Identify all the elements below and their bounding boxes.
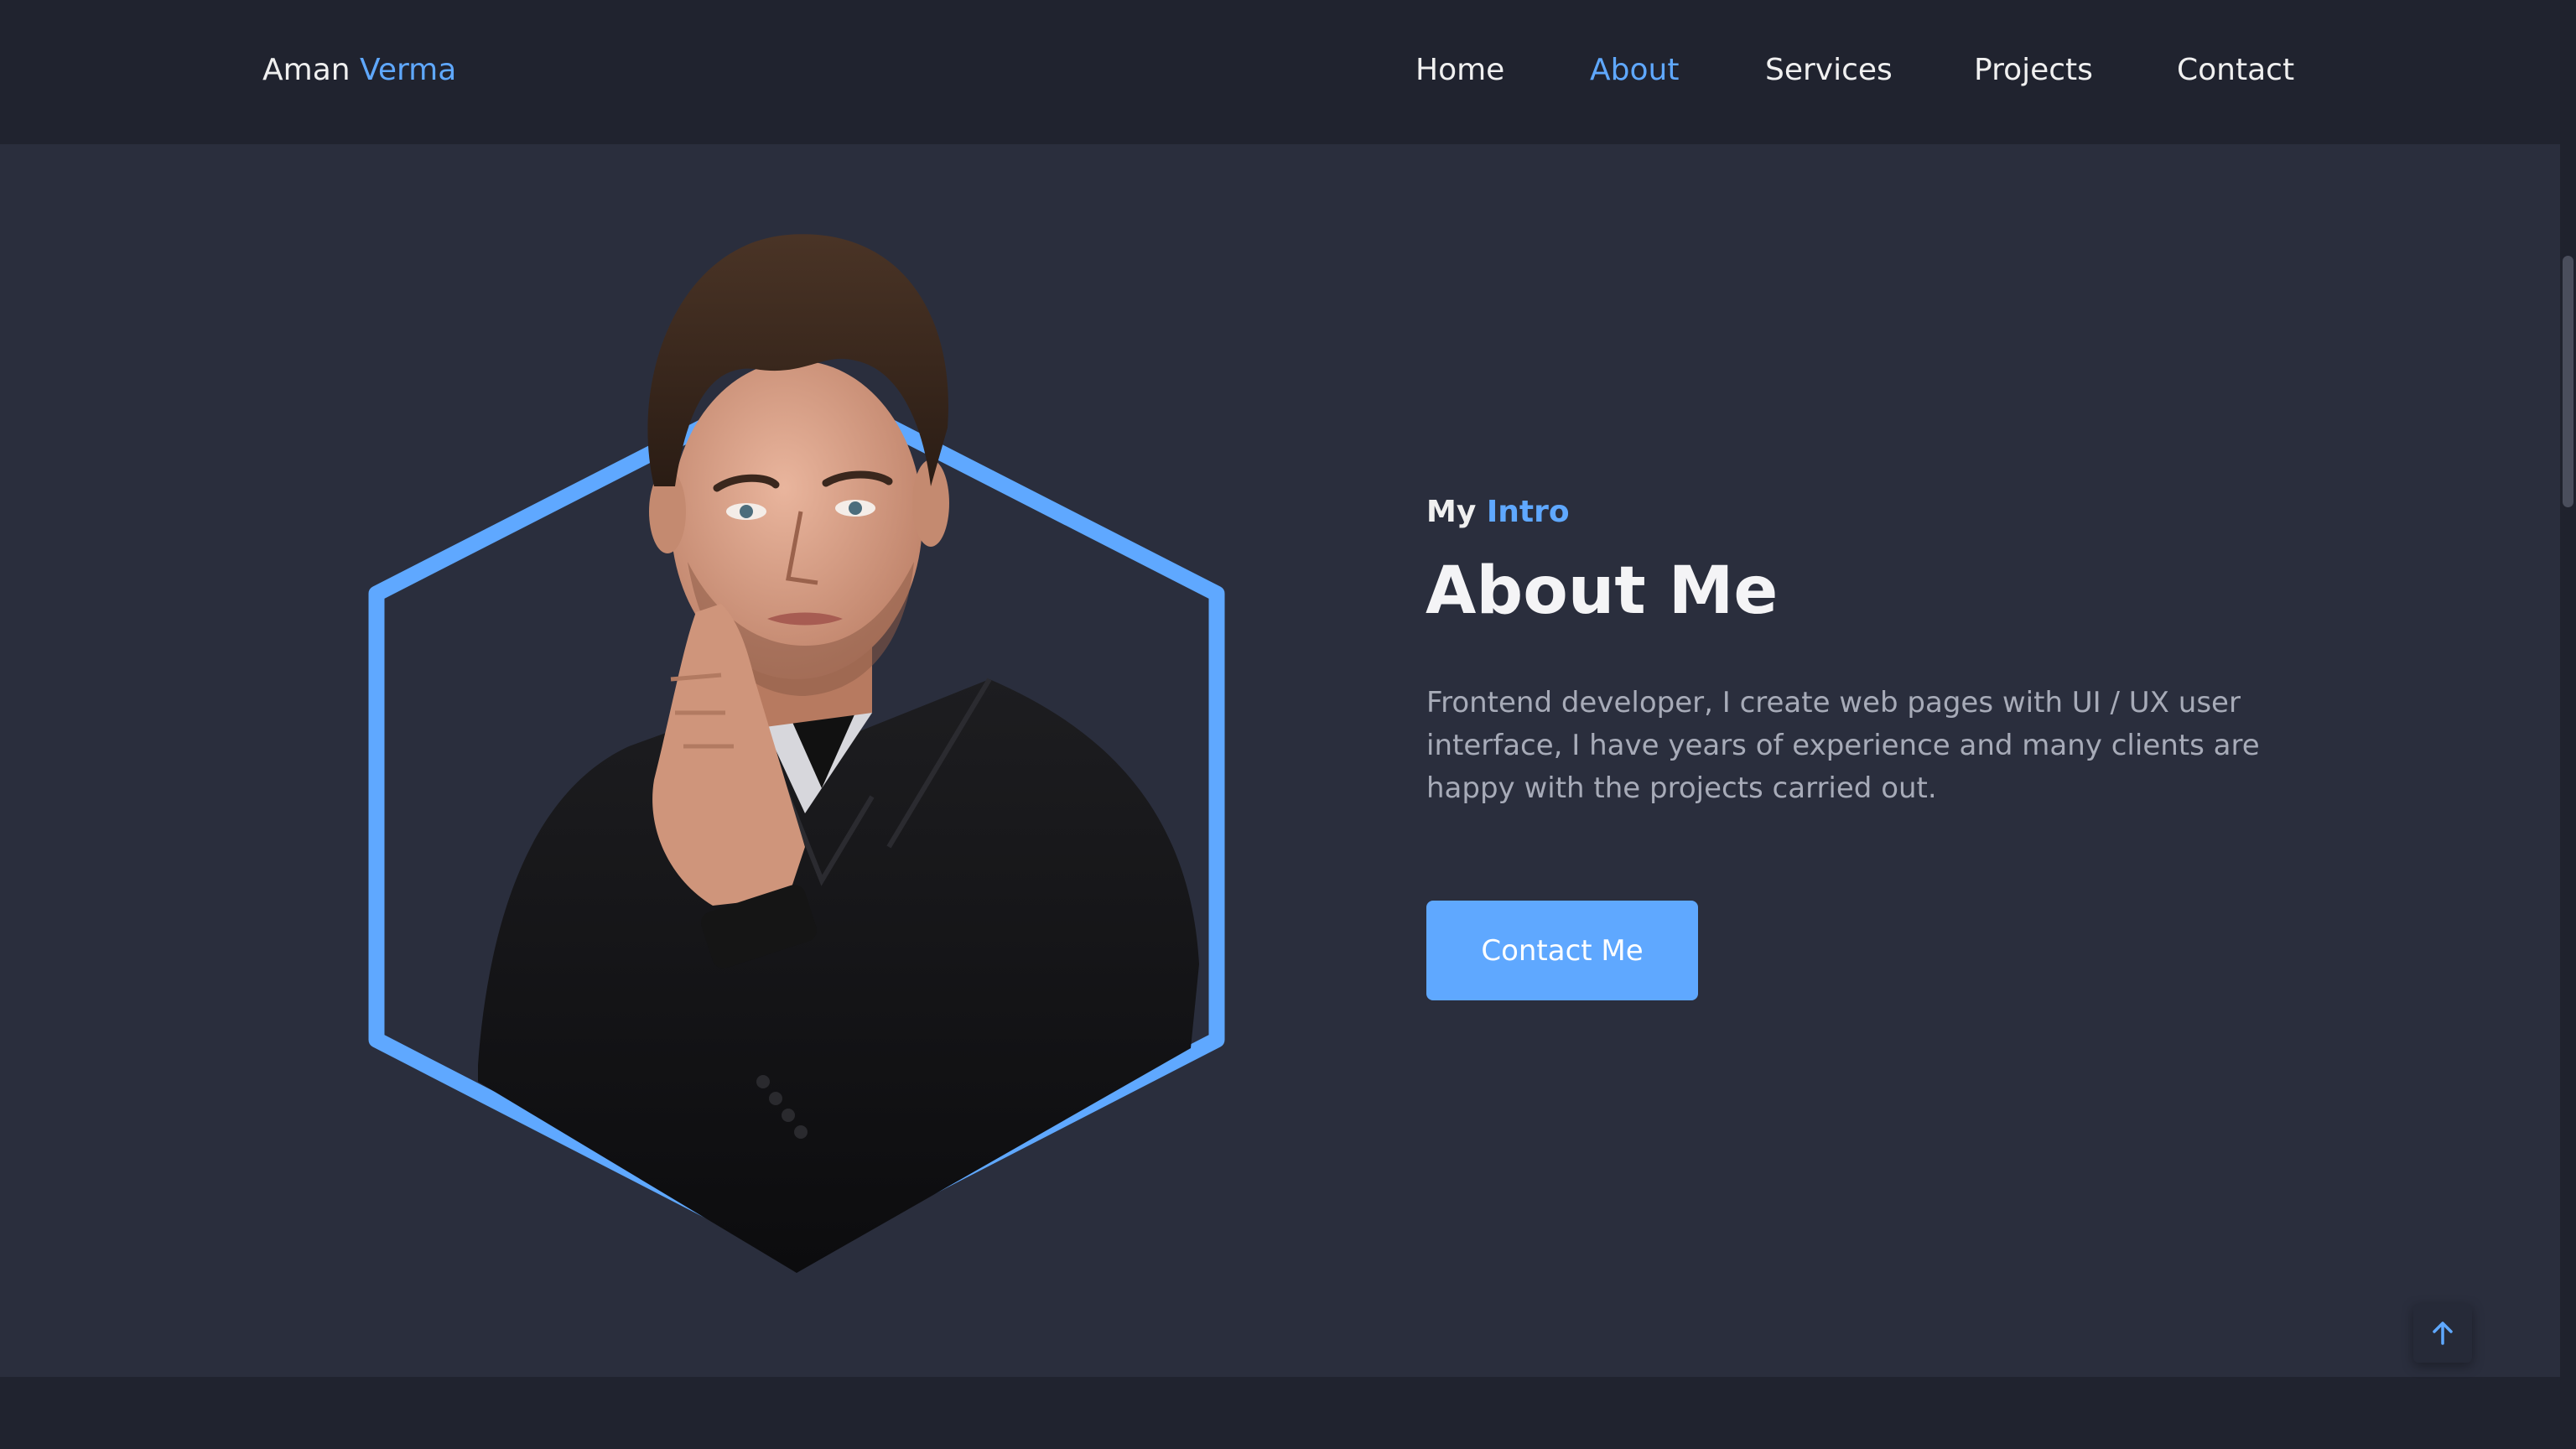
section-title: About Me (1426, 553, 1779, 629)
contact-me-button[interactable]: Contact Me (1426, 901, 1698, 1000)
suit (478, 679, 1199, 1273)
subtitle-prefix: My (1426, 495, 1477, 529)
arrow-up-icon (2433, 1322, 2453, 1345)
brand-logo[interactable]: Aman Verma (262, 49, 456, 92)
subtitle-accent: Intro (1486, 495, 1570, 529)
scrollbar-thumb[interactable] (2563, 256, 2573, 507)
page-scrollbar[interactable] (2560, 0, 2576, 1449)
portrait-frame (352, 210, 1241, 1291)
portrait-image (368, 234, 1225, 1273)
nav-link-projects[interactable]: Projects (1974, 49, 2093, 92)
brand-first-name: Aman (262, 53, 351, 87)
nav-link-services[interactable]: Services (1765, 49, 1893, 92)
nav-link-about[interactable]: About (1590, 49, 1679, 92)
top-navbar: Aman Verma Home About Services Projects … (0, 0, 2560, 144)
brand-last-name: Verma (360, 53, 457, 87)
section-subtitle: My Intro (1426, 491, 1570, 533)
nav-link-home[interactable]: Home (1415, 49, 1504, 92)
about-description: Frontend developer, I create web pages w… (1426, 686, 2260, 805)
nav-link-contact[interactable]: Contact (2177, 49, 2294, 92)
footer-strip (0, 1377, 2560, 1449)
scroll-to-top-button[interactable] (2413, 1304, 2472, 1363)
